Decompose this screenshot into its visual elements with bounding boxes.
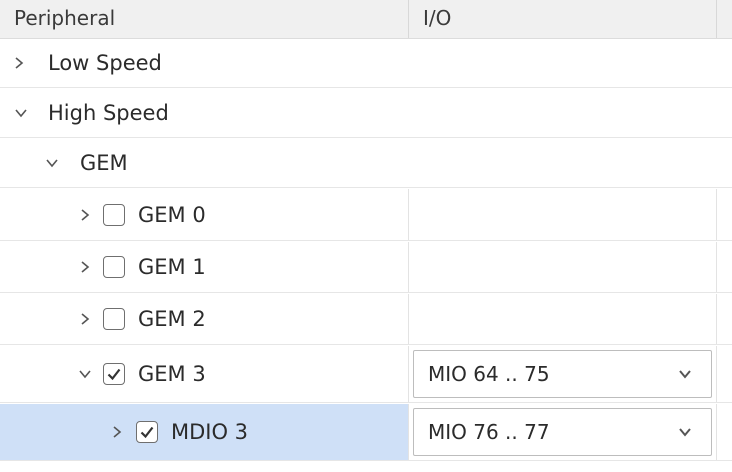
- io-cell: MIO 76 .. 77: [409, 404, 717, 460]
- gem-0-checkbox[interactable]: [103, 203, 125, 226]
- tree-label-gem: GEM: [80, 151, 128, 175]
- checkmark-icon: [140, 426, 154, 439]
- tree-row-low-speed[interactable]: Low Speed: [0, 39, 732, 88]
- tree-row-gem-3[interactable]: GEM 3 MIO 64 .. 75: [0, 346, 732, 403]
- chevron-right-icon[interactable]: [108, 423, 126, 441]
- chevron-down-icon[interactable]: [43, 154, 61, 172]
- column-header-io-label: I/O: [423, 6, 452, 30]
- peripheral-cell: GEM 2: [0, 294, 409, 344]
- peripheral-cell: High Speed: [0, 89, 732, 137]
- column-header-peripheral-label: Peripheral: [14, 6, 116, 30]
- tree-row-mdio-3[interactable]: MDIO 3 MIO 76 .. 77: [0, 404, 732, 461]
- tree-row-high-speed[interactable]: High Speed: [0, 89, 732, 138]
- mdio-3-checkbox[interactable]: [136, 421, 158, 443]
- peripheral-cell: GEM: [0, 139, 732, 187]
- peripheral-cell: Low Speed: [0, 39, 732, 87]
- tree-label-high-speed: High Speed: [48, 101, 169, 125]
- peripheral-cell: GEM 0: [0, 189, 409, 240]
- tree-label-low-speed: Low Speed: [48, 51, 162, 75]
- table-header: Peripheral I/O: [0, 0, 732, 39]
- peripheral-cell: GEM 3: [0, 346, 409, 402]
- chevron-down-icon[interactable]: [12, 104, 30, 122]
- gem-1-checkbox[interactable]: [103, 256, 125, 278]
- peripheral-cell: GEM 1: [0, 242, 409, 292]
- tree-row-gem[interactable]: GEM: [0, 139, 732, 188]
- mdio-3-io-value: MIO 76 .. 77: [428, 420, 550, 444]
- checkmark-icon: [107, 368, 121, 381]
- chevron-right-icon[interactable]: [10, 54, 28, 72]
- column-header-extra: [717, 0, 732, 38]
- chevron-right-icon[interactable]: [76, 206, 94, 224]
- io-cell: [409, 189, 717, 240]
- io-cell: [409, 294, 717, 344]
- chevron-down-icon[interactable]: [677, 366, 693, 382]
- tree-label-gem-3: GEM 3: [138, 362, 206, 386]
- mdio-3-io-select[interactable]: MIO 76 .. 77: [413, 408, 712, 456]
- gem-3-io-value: MIO 64 .. 75: [428, 362, 550, 386]
- tree-row-gem-0[interactable]: GEM 0: [0, 189, 732, 241]
- gem-3-checkbox[interactable]: [103, 363, 125, 385]
- chevron-down-icon[interactable]: [76, 365, 94, 383]
- tree-label-mdio-3: MDIO 3: [171, 420, 249, 444]
- gem-3-io-select[interactable]: MIO 64 .. 75: [413, 350, 712, 398]
- tree-label-gem-2: GEM 2: [138, 307, 206, 331]
- tree-label-gem-0: GEM 0: [138, 202, 206, 227]
- tree-row-gem-2[interactable]: GEM 2: [0, 294, 732, 345]
- peripheral-cell: MDIO 3: [0, 404, 409, 460]
- tree-label-gem-1: GEM 1: [138, 255, 206, 279]
- chevron-right-icon[interactable]: [76, 258, 94, 276]
- column-header-io[interactable]: I/O: [409, 0, 717, 38]
- io-cell: [409, 242, 717, 292]
- chevron-right-icon[interactable]: [76, 310, 94, 328]
- column-header-peripheral[interactable]: Peripheral: [0, 0, 409, 38]
- io-cell: MIO 64 .. 75: [409, 346, 717, 402]
- tree-row-gem-1[interactable]: GEM 1: [0, 242, 732, 293]
- gem-2-checkbox[interactable]: [103, 308, 125, 330]
- chevron-down-icon[interactable]: [677, 424, 693, 440]
